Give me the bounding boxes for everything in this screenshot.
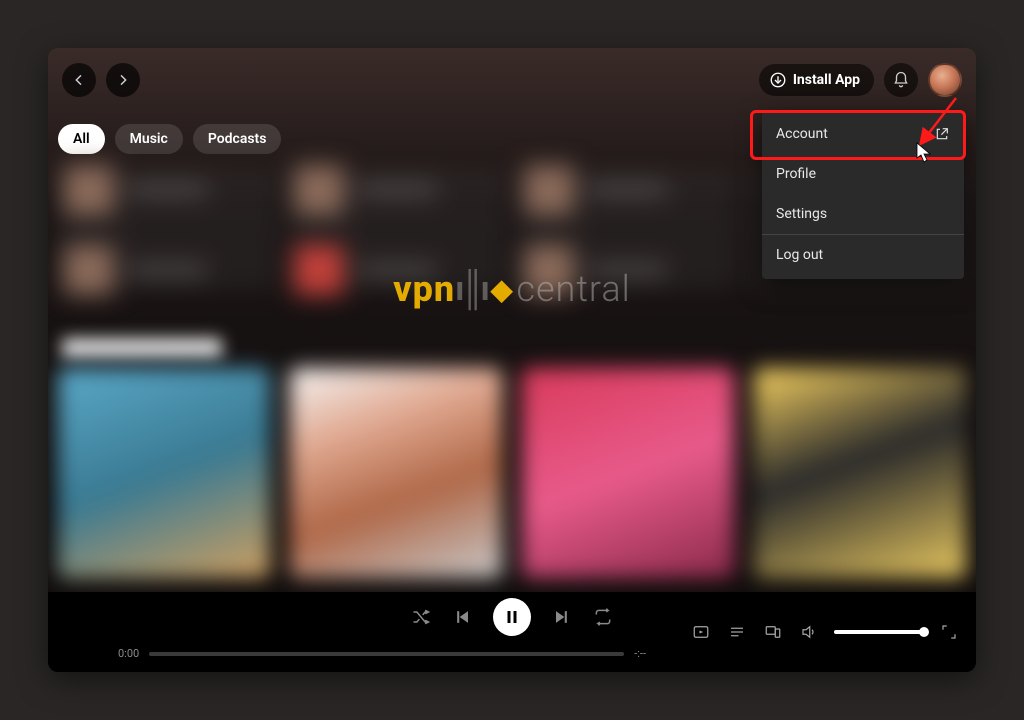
shortcut-card[interactable] [58,170,276,290]
download-icon [769,71,787,89]
menu-item-label: Settings [776,206,827,222]
chevron-right-icon [115,72,131,88]
album-card[interactable] [290,368,502,578]
devices-icon [764,623,782,641]
filter-chip-music[interactable]: Music [115,124,183,154]
filter-chip-all[interactable]: All [58,124,105,154]
pause-icon [503,608,521,626]
playback-controls [409,598,615,636]
queue-icon [728,623,746,641]
album-card[interactable] [58,368,270,578]
bell-icon [892,71,910,89]
menu-item-account[interactable]: Account [762,114,964,154]
chevron-left-icon [71,72,87,88]
menu-item-settings[interactable]: Settings [762,194,964,234]
player-right-controls [690,592,960,672]
menu-item-label: Log out [776,247,823,263]
user-menu-dropdown: Account Profile Settings Log out [762,110,964,279]
album-card[interactable] [754,368,966,578]
repeat-button[interactable] [591,605,615,629]
repeat-icon [593,607,613,627]
shortcut-card[interactable] [518,170,736,290]
play-pause-button[interactable] [493,598,531,636]
filter-chip-row: All Music Podcasts [58,124,281,154]
filter-chip-podcasts[interactable]: Podcasts [193,124,282,154]
queue-button[interactable] [726,621,748,643]
nav-forward-button[interactable] [106,63,140,97]
previous-button[interactable] [451,605,475,629]
elapsed-time: 0:00 [118,647,139,660]
section-heading [62,338,222,358]
volume-icon [800,623,818,641]
user-avatar-button[interactable] [928,63,962,97]
install-app-label: Install App [793,72,860,88]
volume-slider[interactable] [834,630,924,634]
album-card[interactable] [522,368,734,578]
next-button[interactable] [549,605,573,629]
fullscreen-button[interactable] [938,621,960,643]
recommendation-row [58,368,966,578]
menu-item-label: Profile [776,166,816,182]
now-playing-view-button[interactable] [690,621,712,643]
progress-slider[interactable] [149,652,624,656]
player-bar: 0:00 -:-- [48,592,976,672]
skip-forward-icon [551,607,571,627]
menu-item-profile[interactable]: Profile [762,154,964,194]
shuffle-button[interactable] [409,605,433,629]
skip-back-icon [453,607,473,627]
total-time: -:-- [634,647,646,660]
video-icon [692,623,710,641]
shuffle-icon [411,607,431,627]
app-window: Install App All Music Podcasts [48,48,976,672]
top-bar: Install App [48,48,976,112]
connect-device-button[interactable] [762,621,784,643]
install-app-button[interactable]: Install App [759,64,874,96]
notifications-button[interactable] [884,63,918,97]
menu-item-logout[interactable]: Log out [762,234,964,275]
progress-bar-row: 0:00 -:-- [118,647,646,660]
external-link-icon [934,126,950,142]
nav-back-button[interactable] [62,63,96,97]
menu-item-label: Account [776,126,828,142]
shortcut-card[interactable] [288,170,506,290]
mute-button[interactable] [798,621,820,643]
expand-icon [940,623,958,641]
